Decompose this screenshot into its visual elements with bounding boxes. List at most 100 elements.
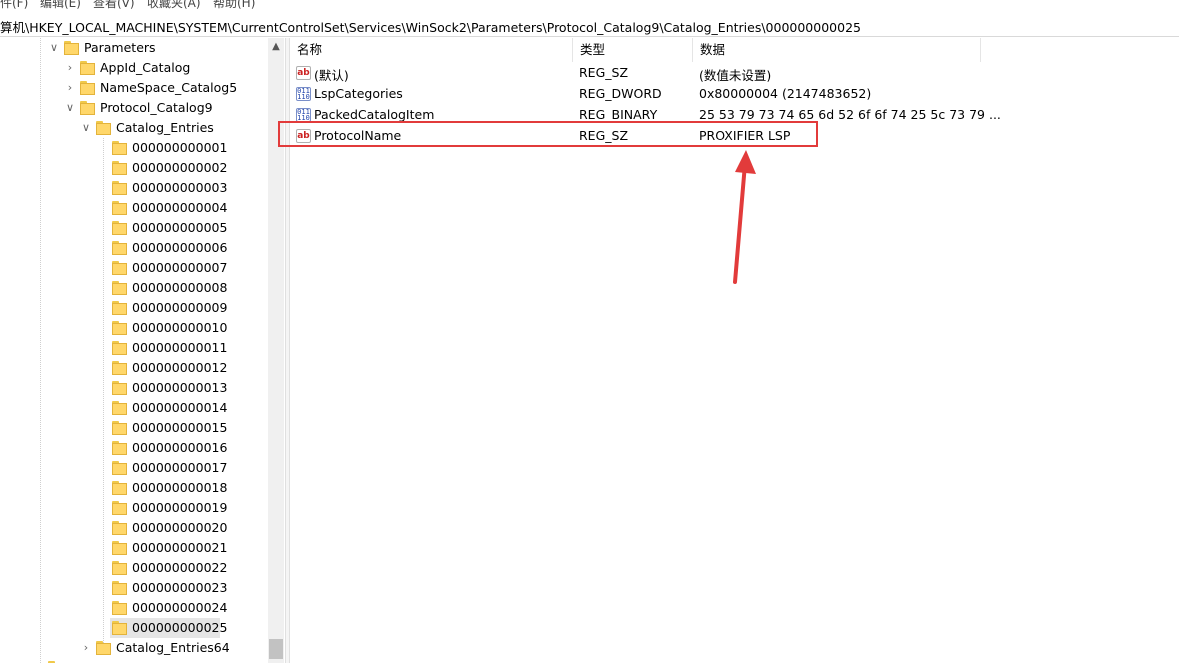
tree-item-entry[interactable]: 000000000015 [0,418,268,438]
folder-icon [112,541,127,555]
tree-item-label: 000000000007 [132,260,228,275]
tree-item-label: 000000000009 [132,300,228,315]
tree-item-entry[interactable]: 000000000003 [0,178,268,198]
folder-icon [112,141,127,155]
folder-icon [96,121,111,135]
tree-item-entry[interactable]: 000000000019 [0,498,268,518]
tree-item-entry[interactable]: 000000000009 [0,298,268,318]
menu-help[interactable]: 帮助(H) [213,0,255,11]
scrollbar-thumb[interactable] [269,639,283,659]
tree-item-label: 000000000012 [132,360,228,375]
chevron-right-icon[interactable]: › [64,58,76,78]
column-header-type[interactable]: 类型 [573,38,693,62]
folder-icon [80,61,95,75]
value-data: 25 53 79 73 74 65 6d 52 6f 6f 74 25 5c 7… [699,107,1001,122]
tree-item-catalog-entries64[interactable]: › Catalog_Entries64 [0,638,268,658]
folder-icon [112,161,127,175]
column-header-name[interactable]: 名称 [290,38,573,62]
tree-item-entry[interactable]: 000000000010 [0,318,268,338]
folder-icon [112,621,127,635]
tree-item-entry[interactable]: 000000000022 [0,558,268,578]
tree-item-label: 000000000023 [132,580,228,595]
folder-icon [112,441,127,455]
tree-item-entry[interactable]: 000000000002 [0,158,268,178]
tree-item-protocol-catalog9[interactable]: ∨ Protocol_Catalog9 [0,98,268,118]
tree-item-label: 000000000016 [132,440,228,455]
tree-item-label: 000000000018 [132,480,228,495]
chevron-right-icon[interactable]: › [64,78,76,98]
tree-item-entry[interactable]: 000000000018 [0,478,268,498]
tree-item-label: 000000000003 [132,180,228,195]
folder-icon [112,361,127,375]
chevron-down-icon[interactable]: ∨ [48,38,60,58]
tree-item-entry[interactable]: 000000000001 [0,138,268,158]
tree-item-entry[interactable]: 000000000011 [0,338,268,358]
tree-item-label: 000000000004 [132,200,228,215]
column-header-data[interactable]: 数据 [693,38,981,62]
folder-icon [112,401,127,415]
address-bar[interactable]: 算机\HKEY_LOCAL_MACHINE\SYSTEM\CurrentCont… [0,14,1179,37]
binary-value-icon: 011 110 [296,87,311,101]
folder-icon [112,501,127,515]
menu-edit[interactable]: 编辑(E) [40,0,81,11]
chevron-right-icon[interactable]: › [80,638,92,658]
tree-item-parameters[interactable]: ∨ Parameters [0,38,268,58]
menu-view[interactable]: 查看(V) [93,0,135,11]
value-type: REG_SZ [579,65,629,80]
folder-icon [112,281,127,295]
tree-item-entry[interactable]: 000000000006 [0,238,268,258]
tree-item-entry[interactable]: 000000000014 [0,398,268,418]
tree-item-entry[interactable]: 000000000013 [0,378,268,398]
value-type: REG_BINARY [579,107,658,122]
folder-icon [112,601,127,615]
value-name: LspCategories [314,86,403,101]
scroll-up-icon[interactable]: ▲ [268,38,284,56]
tree-item-entry[interactable]: 000000000005 [0,218,268,238]
value-name: PackedCatalogItem [314,107,435,122]
tree-item-entry[interactable]: 000000000021 [0,538,268,558]
value-name: (默认) [314,68,349,83]
value-row[interactable]: 011 110 LspCategories REG_DWORD 0x8000000… [290,84,1179,105]
folder-icon [112,261,127,275]
chevron-down-icon[interactable]: ∨ [64,98,76,118]
tree-item-entry[interactable]: 000000000017 [0,458,268,478]
menu-file[interactable]: 件(F) [0,0,28,11]
tree-item-label: Parameters [84,40,156,55]
tree-item-entry[interactable]: 000000000020 [0,518,268,538]
value-row[interactable]: ab (默认) REG_SZ (数值未设置) [290,63,1179,84]
tree-item-namespace-catalog5[interactable]: › NameSpace_Catalog5 [0,78,268,98]
tree-item-entry[interactable]: 000000000023 [0,578,268,598]
menu-favorites[interactable]: 收藏夹(A) [147,0,201,11]
tree-item-entry[interactable]: 000000000012 [0,358,268,378]
tree-item-entry[interactable]: 000000000016 [0,438,268,458]
tree-item-label: 000000000022 [132,560,228,575]
tree-item-label: 000000000025 [132,620,228,635]
tree-item-label: 000000000013 [132,380,228,395]
tree-item-label: 000000000008 [132,280,228,295]
tree-item-label: 000000000010 [132,320,228,335]
tree-item-entry[interactable]: 000000000024 [0,598,268,618]
tree-item-label: 000000000021 [132,540,228,555]
value-data: 0x80000004 (2147483652) [699,86,872,101]
tree-item-catalog-entries[interactable]: ∨ Catalog_Entries [0,118,268,138]
tree-item-entry[interactable]: 000000000007 [0,258,268,278]
tree-item-label: NameSpace_Catalog5 [100,80,238,95]
tree-item-entry-selected[interactable]: 000000000025 [110,618,227,638]
folder-icon [112,521,127,535]
folder-icon [96,641,111,655]
tree-item-label: 000000000014 [132,400,228,415]
folder-icon [64,41,79,55]
folder-icon [112,321,127,335]
registry-tree: ∨ Parameters › AppId_Catalog › NameSpace… [0,38,285,663]
folder-icon [112,201,127,215]
value-type: REG_DWORD [579,86,662,101]
folder-icon [80,81,95,95]
tree-item-entry[interactable]: 000000000004 [0,198,268,218]
tree-item-label: 000000000006 [132,240,228,255]
tree-item-appid-catalog[interactable]: › AppId_Catalog [0,58,268,78]
chevron-down-icon[interactable]: ∨ [80,118,92,138]
tree-item-entry[interactable]: 000000000008 [0,278,268,298]
tree-item-partial[interactable] [0,658,268,663]
address-path[interactable]: 算机\HKEY_LOCAL_MACHINE\SYSTEM\CurrentCont… [0,17,861,36]
folder-icon [112,581,127,595]
